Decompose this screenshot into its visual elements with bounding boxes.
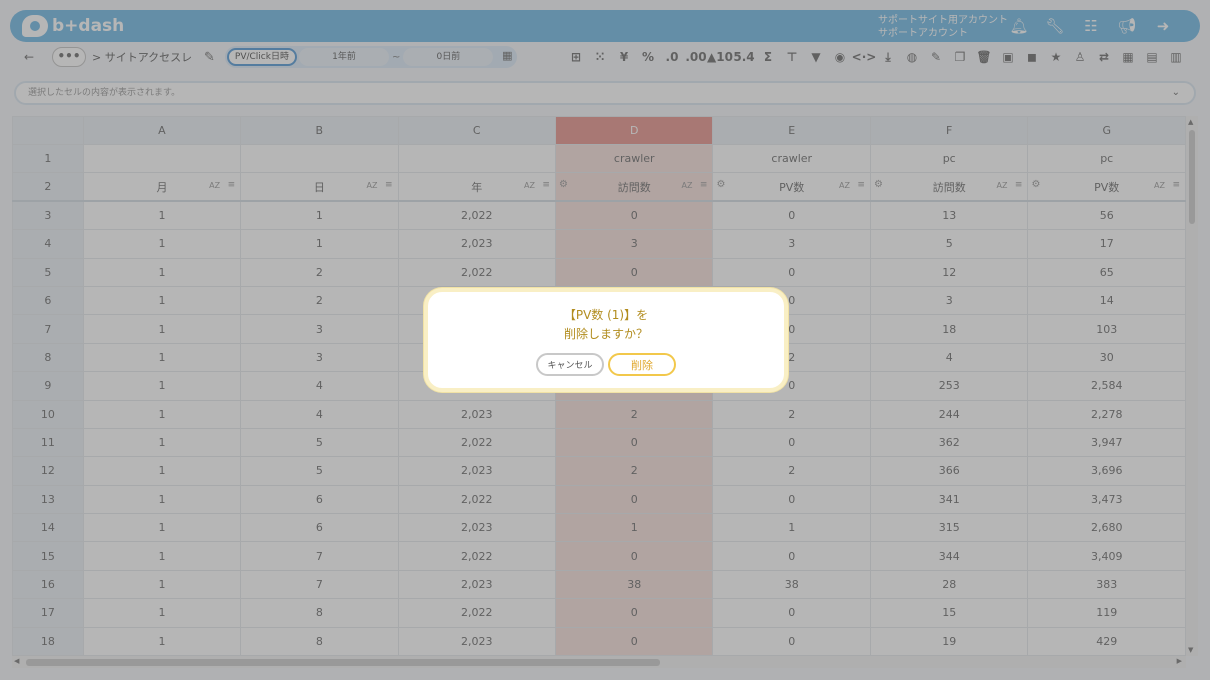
dialog-message: 【PV数 (1)】を 削除しますか？	[428, 306, 784, 344]
dialog-line2: 削除しますか？	[563, 327, 648, 341]
cancel-button[interactable]: キャンセル	[536, 353, 604, 376]
dialog-line1: 【PV数 (1)】を	[563, 308, 649, 322]
delete-confirm-dialog: 【PV数 (1)】を 削除しますか？ キャンセル 削除	[424, 288, 788, 392]
delete-button[interactable]: 削除	[608, 353, 676, 376]
